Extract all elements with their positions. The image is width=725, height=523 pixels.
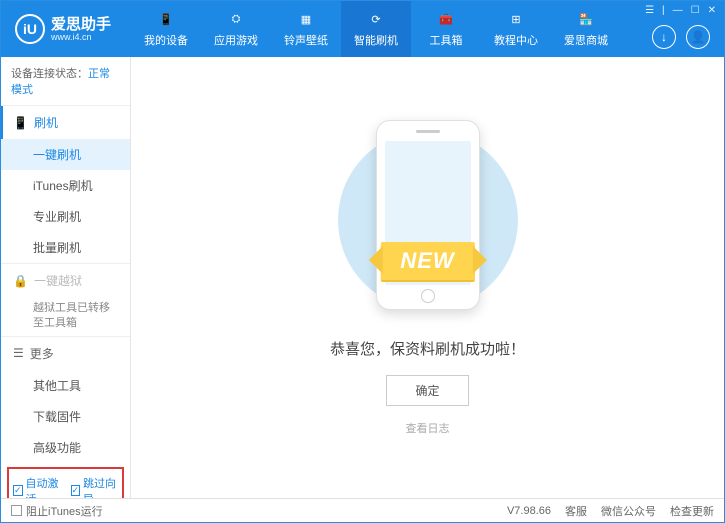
nav-flash[interactable]: ⟳ 智能刷机	[341, 1, 411, 57]
vbar-icon[interactable]: |	[662, 5, 665, 16]
header-right: ↓ 👤	[652, 25, 710, 49]
nav-label: 爱思商城	[564, 32, 608, 48]
close-button[interactable]: ✕	[708, 5, 716, 16]
nav-store[interactable]: 🏪 爱思商城	[551, 1, 621, 57]
store-icon: 🏪	[576, 11, 596, 29]
sidebar-item-other-tools[interactable]: 其他工具	[1, 370, 130, 401]
main-content: NEW 恭喜您，保资料刷机成功啦！ 确定 查看日志	[131, 57, 724, 498]
sidebar-item-batch-flash[interactable]: 批量刷机	[1, 232, 130, 263]
logo-text: 爱思助手	[51, 17, 111, 32]
apps-icon: ⛭	[226, 11, 246, 29]
view-log-link[interactable]: 查看日志	[406, 420, 450, 436]
sidebar-head-jailbreak: 🔒 一键越狱	[1, 264, 130, 297]
user-button[interactable]: 👤	[686, 25, 710, 49]
success-illustration: NEW	[353, 120, 503, 320]
download-button[interactable]: ↓	[652, 25, 676, 49]
nav-my-device[interactable]: 📱 我的设备	[131, 1, 201, 57]
phone-icon: 📱	[156, 11, 176, 29]
wallpaper-icon: ▦	[296, 11, 316, 29]
sidebar-item-download-fw[interactable]: 下载固件	[1, 401, 130, 432]
checkbox-label: 跳过向导	[83, 475, 118, 498]
phone-icon: 📱	[13, 116, 28, 130]
sidebar-head-label: 刷机	[34, 114, 58, 131]
nav-label: 教程中心	[494, 32, 538, 48]
minimize-button[interactable]: —	[673, 5, 683, 16]
nav-label: 应用游戏	[214, 32, 258, 48]
wechat-link[interactable]: 微信公众号	[601, 503, 656, 519]
nav-label: 铃声壁纸	[284, 32, 328, 48]
sidebar-item-oneclick-flash[interactable]: 一键刷机	[1, 139, 130, 170]
sidebar-head-label: 一键越狱	[34, 272, 82, 289]
logo-subtext: www.i4.cn	[51, 32, 111, 42]
sidebar-head-more[interactable]: ☰ 更多	[1, 337, 130, 370]
nav-label: 工具箱	[430, 32, 463, 48]
nav-label: 智能刷机	[354, 32, 398, 48]
sidebar: 设备连接状态：正常模式 📱 刷机 一键刷机 iTunes刷机 专业刷机 批量刷机…	[1, 57, 131, 498]
ok-button[interactable]: 确定	[386, 375, 468, 406]
nav-apps[interactable]: ⛭ 应用游戏	[201, 1, 271, 57]
options-checkboxes: ✓自动激活 ✓跳过向导	[7, 467, 124, 498]
check-icon: ✓	[71, 485, 81, 496]
nav-ringtones[interactable]: ▦ 铃声壁纸	[271, 1, 341, 57]
checkbox-label: 自动激活	[26, 475, 61, 498]
check-icon: ✓	[13, 485, 23, 496]
sidebar-item-itunes-flash[interactable]: iTunes刷机	[1, 170, 130, 201]
logo: iU 爱思助手 www.i4.cn	[1, 14, 131, 44]
sidebar-head-label: 更多	[30, 345, 54, 362]
top-nav: 📱 我的设备 ⛭ 应用游戏 ▦ 铃声壁纸 ⟳ 智能刷机 🧰 工具箱 ⊞ 教程中心 🏪 爱思商城	[131, 1, 621, 57]
flash-icon: ⟳	[366, 11, 386, 29]
maximize-button[interactable]: ☐	[691, 5, 700, 16]
checkbox-auto-activate[interactable]: ✓自动激活	[13, 475, 61, 498]
checkbox-block-itunes[interactable]	[11, 505, 22, 516]
tutorial-icon: ⊞	[506, 11, 526, 29]
footer-label: 阻止iTunes运行	[26, 503, 103, 519]
sidebar-item-pro-flash[interactable]: 专业刷机	[1, 201, 130, 232]
check-update-link[interactable]: 检查更新	[670, 503, 714, 519]
lock-icon: 🔒	[13, 274, 28, 288]
status-label: 设备连接状态：	[11, 68, 88, 80]
success-message: 恭喜您，保资料刷机成功啦！	[330, 338, 525, 359]
version-label: V7.98.66	[507, 505, 551, 517]
sidebar-head-flash[interactable]: 📱 刷机	[1, 106, 130, 139]
nav-label: 我的设备	[144, 32, 188, 48]
nav-tutorial[interactable]: ⊞ 教程中心	[481, 1, 551, 57]
new-banner: NEW	[380, 242, 474, 280]
support-link[interactable]: 客服	[565, 503, 587, 519]
device-status: 设备连接状态：正常模式	[1, 57, 130, 105]
sidebar-item-advanced[interactable]: 高级功能	[1, 432, 130, 463]
toolbox-icon: 🧰	[436, 11, 456, 29]
menu-icon[interactable]: ☰	[645, 5, 654, 16]
nav-toolbox[interactable]: 🧰 工具箱	[411, 1, 481, 57]
footer: 阻止iTunes运行 V7.98.66 客服 微信公众号 检查更新	[1, 498, 724, 522]
window-controls: ☰ | — ☐ ✕	[645, 5, 716, 16]
jailbreak-note: 越狱工具已转移至工具箱	[1, 297, 130, 336]
app-header: iU 爱思助手 www.i4.cn 📱 我的设备 ⛭ 应用游戏 ▦ 铃声壁纸 ⟳ 智能刷…	[1, 1, 724, 57]
menu-icon: ☰	[13, 346, 24, 360]
logo-icon: iU	[15, 14, 45, 44]
checkbox-skip-guide[interactable]: ✓跳过向导	[71, 475, 119, 498]
